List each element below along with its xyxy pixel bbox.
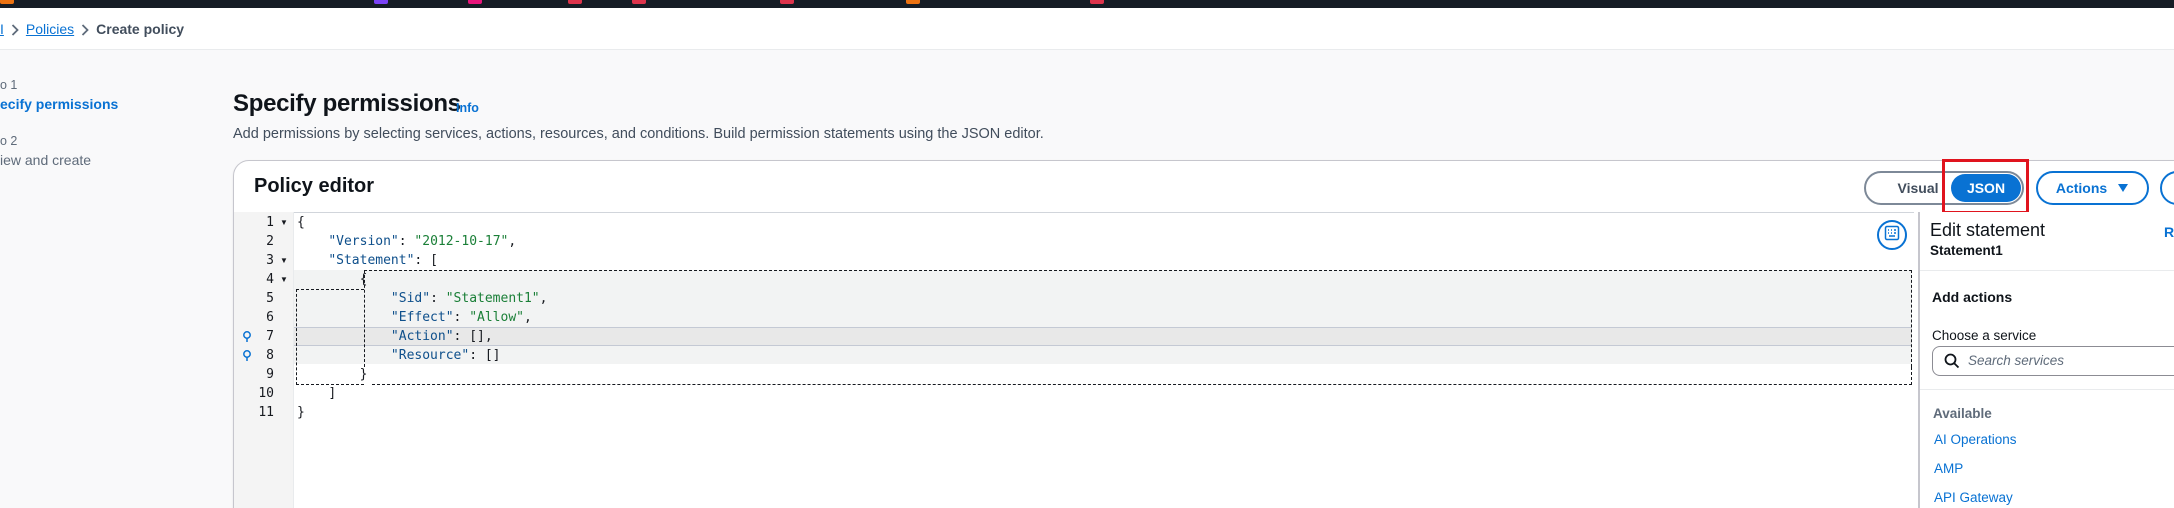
fold-toggle-icon[interactable]: ▼	[280, 218, 288, 227]
code-line: ]	[328, 386, 337, 401]
chevron-right-icon	[4, 21, 26, 37]
search-placeholder: Search services	[1968, 353, 2065, 368]
service-shortcut-icon[interactable]	[780, 0, 794, 4]
lightbulb-icon[interactable]	[242, 350, 252, 365]
service-link[interactable]: AMP	[1934, 461, 1963, 476]
page-description: Add permissions by selecting services, a…	[233, 126, 1044, 142]
info-link[interactable]: Info	[456, 101, 479, 115]
selection-outline	[372, 367, 1912, 385]
step-review-and-create: iew and create	[0, 152, 92, 168]
actions-dropdown-button[interactable]: Actions	[2036, 171, 2149, 205]
line-number: 6	[266, 310, 274, 325]
line-number: 8	[266, 348, 274, 363]
page-title: Specify permissions	[233, 90, 461, 117]
line-number: 1	[266, 215, 274, 230]
line-number: 4	[266, 272, 274, 287]
selection-outline	[364, 270, 1912, 367]
service-shortcut-icon[interactable]	[632, 0, 646, 4]
service-link[interactable]: API Gateway	[1934, 490, 2013, 505]
panel-divider	[1920, 389, 2174, 390]
policy-editor-title: Policy editor	[254, 175, 375, 197]
chevron-right-icon	[74, 21, 96, 37]
service-shortcut-icon[interactable]	[1090, 0, 1104, 4]
code-line: }	[297, 405, 305, 420]
available-heading: Available	[1933, 406, 1992, 421]
code-line: "Effect": "Allow",	[390, 310, 532, 325]
highlight-box	[1942, 159, 2029, 214]
breadcrumb-current: Create policy	[96, 21, 185, 37]
choose-service-label: Choose a service	[1932, 328, 2037, 343]
code-line: {	[359, 272, 368, 287]
service-shortcut-icon[interactable]	[568, 0, 582, 4]
search-icon	[1944, 353, 1960, 374]
code-line: }	[359, 367, 368, 382]
add-actions-heading: Add actions	[1932, 289, 2013, 305]
caret-down-icon	[2117, 180, 2129, 196]
panel-divider	[1920, 270, 2174, 271]
step-specify-permissions[interactable]: ecify permissions	[0, 94, 200, 114]
step-number: o 2	[0, 134, 18, 148]
service-shortcut-icon[interactable]	[374, 0, 388, 4]
code-line: "Action": [],	[390, 329, 493, 344]
remove-link[interactable]: R	[2164, 224, 2174, 240]
service-shortcut-icon[interactable]	[906, 0, 920, 4]
edit-statement-title: Edit statement	[1930, 220, 2046, 240]
keyboard-shortcuts-button[interactable]	[1877, 220, 1907, 250]
fold-toggle-icon[interactable]: ▼	[280, 275, 288, 284]
line-number: 3	[266, 253, 274, 268]
line-number: 5	[266, 291, 274, 306]
lightbulb-icon[interactable]	[242, 331, 252, 346]
line-number: 7	[266, 329, 274, 344]
actions-label: Actions	[2055, 180, 2108, 196]
step-number: o 1	[0, 78, 18, 92]
service-shortcut-icon[interactable]	[0, 0, 14, 4]
line-number: 11	[258, 405, 274, 420]
breadcrumb-policies-link[interactable]: Policies	[26, 21, 74, 37]
selection-outline	[296, 289, 364, 290]
code-line: "Statement": [	[328, 253, 438, 268]
line-number: 2	[266, 234, 274, 249]
top-navigation-bar	[0, 0, 2174, 8]
service-link[interactable]: AI Operations	[1934, 432, 2017, 447]
line-number: 9	[266, 367, 274, 382]
fold-toggle-icon[interactable]: ▼	[280, 256, 288, 265]
service-shortcut-icon[interactable]	[468, 0, 482, 4]
code-line: {	[297, 215, 305, 230]
wizard-steps: o 1 ecify permissions o 2 iew and create	[0, 78, 200, 190]
breadcrumb: I Policies Create policy	[0, 19, 184, 39]
statement-name: Statement1	[1930, 243, 2003, 258]
keyboard-icon	[1884, 225, 1900, 246]
code-line: "Resource": []	[390, 348, 501, 363]
line-number: 10	[258, 386, 274, 401]
code-line: "Sid": "Statement1",	[390, 291, 548, 306]
code-line: "Version": "2012-10-17",	[328, 234, 517, 249]
